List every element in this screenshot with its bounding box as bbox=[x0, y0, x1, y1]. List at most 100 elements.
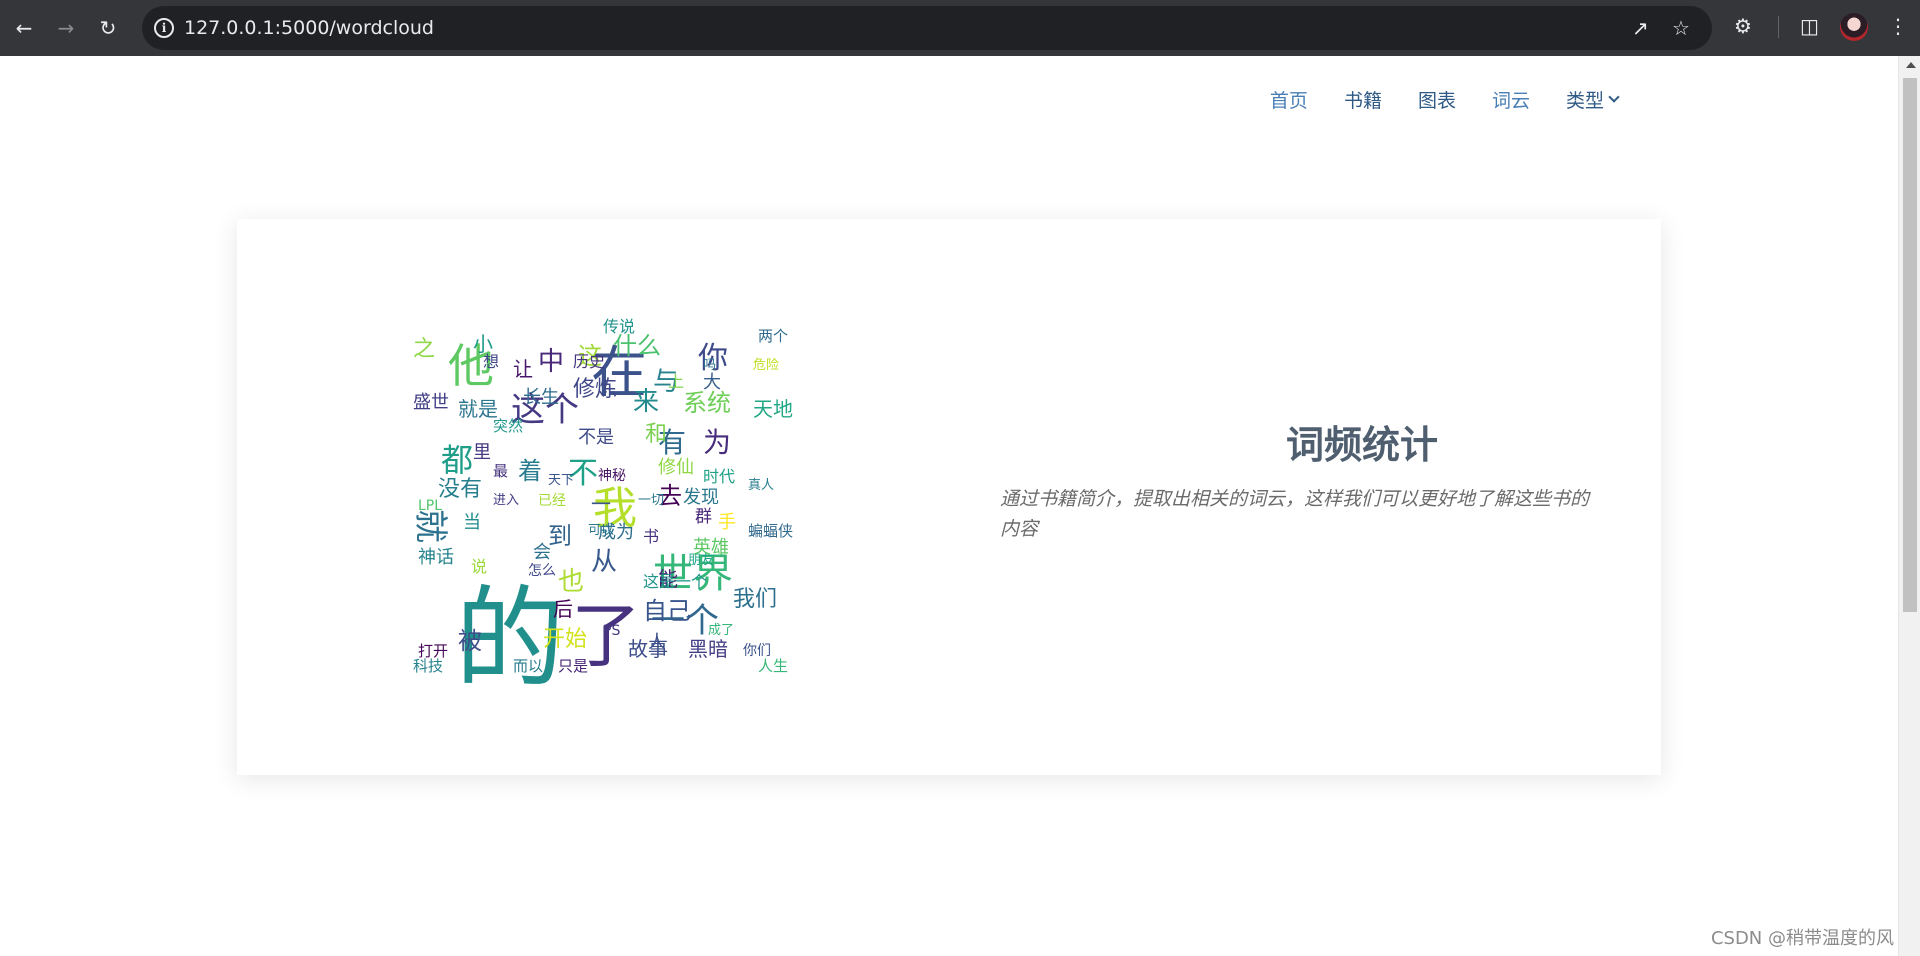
word-cloud-word: 到 bbox=[548, 522, 572, 550]
page-content: 首页 书籍 图表 词云 类型 的了在他我世界 一个 这个就都你与为有来什么中这系统修… bbox=[0, 56, 1898, 956]
word-cloud-word: 时代 bbox=[703, 467, 736, 486]
word-cloud-word: 来 bbox=[633, 387, 660, 417]
word-cloud-word: 说 bbox=[471, 557, 488, 576]
word-cloud-word: PS bbox=[603, 623, 621, 639]
word-cloud-word: 长生 bbox=[523, 387, 559, 408]
word-cloud-word: 和 bbox=[645, 422, 668, 447]
back-icon[interactable]: ← bbox=[10, 14, 38, 42]
word-cloud-word: 而以 bbox=[513, 657, 544, 675]
word-cloud-word: 之 bbox=[413, 337, 436, 362]
word-cloud-word: 群 bbox=[695, 507, 712, 527]
nav-home[interactable]: 首页 bbox=[1270, 86, 1308, 113]
nav-types-label: 类型 bbox=[1565, 90, 1604, 112]
word-cloud-word: 两个 bbox=[758, 327, 789, 345]
word-cloud-word: 吗 bbox=[703, 358, 717, 373]
word-cloud-word: 天地 bbox=[753, 397, 793, 421]
page-title: 词频统计 bbox=[1285, 423, 1438, 467]
word-cloud-word: 手 bbox=[718, 512, 736, 533]
nav-wordcloud[interactable]: 词云 bbox=[1492, 86, 1530, 113]
content-card: 的了在他我世界 一个 这个就都你与为有来什么中这系统 修炼和不着没有一去发现到从也能自… bbox=[237, 219, 1661, 775]
word-cloud-word: 中 bbox=[538, 347, 565, 377]
reload-icon[interactable]: ↻ bbox=[94, 14, 122, 42]
chevron-down-icon bbox=[1608, 91, 1620, 103]
page-scrollbar[interactable] bbox=[1898, 56, 1920, 956]
word-cloud-word: 我们 bbox=[733, 587, 778, 612]
word-cloud-word: 修仙 bbox=[658, 457, 694, 478]
word-cloud-word: 人生 bbox=[758, 657, 789, 675]
nav-types-dropdown[interactable]: 类型 bbox=[1565, 86, 1620, 113]
share-icon[interactable]: ↗ bbox=[1632, 16, 1649, 40]
word-cloud-word: 这是一个 bbox=[643, 572, 708, 591]
word-cloud-word: 一切 bbox=[638, 493, 665, 508]
word-cloud-word: 朋友 bbox=[688, 553, 715, 568]
toolbar-divider bbox=[1778, 16, 1779, 38]
word-cloud-word: 进入 bbox=[493, 493, 520, 508]
word-cloud-word: 传说 bbox=[603, 317, 636, 336]
top-navigation: 首页 书籍 图表 词云 类型 bbox=[1270, 86, 1620, 113]
word-cloud-word: 突然 bbox=[493, 417, 524, 435]
word-cloud-word: 也 bbox=[558, 567, 585, 597]
word-cloud-word: 发现 bbox=[683, 487, 719, 508]
scrollbar-thumb[interactable] bbox=[1903, 78, 1917, 612]
word-cloud-word: 黑暗 bbox=[688, 637, 728, 661]
word-cloud-word: 系统 bbox=[683, 389, 731, 417]
word-cloud-word: 为 bbox=[703, 426, 732, 459]
csdn-watermark: CSDN @稍带温度的风 bbox=[1710, 928, 1894, 949]
word-cloud-word: 天下 bbox=[548, 473, 575, 488]
word-cloud-word: 怎么 bbox=[528, 563, 556, 579]
word-cloud-word: 什么 bbox=[613, 332, 661, 360]
bookmark-star-icon[interactable]: ☆ bbox=[1672, 16, 1690, 40]
word-cloud-word: 让 bbox=[513, 357, 533, 381]
word-cloud-word: 上 bbox=[668, 372, 685, 391]
word-cloud-word: 自己 bbox=[643, 597, 691, 625]
word-cloud-image: 的了在他我世界 一个 这个就都你与为有来什么中这系统 修炼和不着没有一去发现到从也能自… bbox=[413, 299, 813, 699]
word-cloud-word: 开始 bbox=[543, 627, 588, 652]
word-cloud-word: 就 bbox=[413, 509, 450, 543]
address-bar[interactable]: i 127.0.0.1:5000/wordcloud ↗ ☆ bbox=[142, 6, 1712, 50]
word-cloud-word: 你们 bbox=[743, 643, 771, 659]
word-cloud-word: 真人 bbox=[748, 478, 775, 493]
word-cloud-word: 书 bbox=[643, 527, 660, 546]
word-cloud-word: 没有 bbox=[438, 477, 483, 502]
scroll-up-arrow-icon[interactable] bbox=[1906, 62, 1916, 68]
word-cloud-word: 当 bbox=[463, 512, 481, 533]
word-cloud-word: 成了 bbox=[708, 623, 735, 638]
word-cloud-word: 想 bbox=[483, 352, 500, 371]
word-cloud-word: 一 bbox=[591, 492, 611, 516]
word-cloud-word: 可以 bbox=[588, 523, 615, 538]
word-cloud-word: 修炼 bbox=[573, 377, 618, 402]
word-cloud-word: 被 bbox=[458, 627, 482, 655]
word-cloud-word: 从 bbox=[591, 547, 618, 577]
browser-toolbar: ← → ↻ i 127.0.0.1:5000/wordcloud ↗ ☆ ⚙ ◫… bbox=[0, 0, 1920, 56]
word-cloud-word: 会 bbox=[533, 542, 551, 563]
forward-icon[interactable]: → bbox=[52, 14, 80, 42]
word-cloud-word: 只是 bbox=[558, 657, 589, 675]
extensions-icon[interactable]: ⚙ bbox=[1734, 14, 1752, 38]
site-info-icon[interactable]: i bbox=[154, 18, 174, 38]
word-cloud-word: 不是 bbox=[578, 427, 614, 448]
word-cloud-word: 都 bbox=[441, 441, 474, 479]
word-cloud-word: 蝙蝠侠 bbox=[748, 522, 794, 540]
word-cloud-word: 着 bbox=[518, 457, 542, 485]
word-cloud-word: 盛世 bbox=[413, 392, 449, 413]
word-cloud-word: 小 bbox=[473, 332, 493, 356]
word-cloud-word: 里 bbox=[473, 442, 491, 463]
url-text[interactable]: 127.0.0.1:5000/wordcloud bbox=[184, 17, 434, 39]
word-cloud-word: 就是 bbox=[458, 397, 498, 421]
word-cloud-word: 神话 bbox=[418, 547, 454, 568]
nav-books[interactable]: 书籍 bbox=[1344, 86, 1382, 113]
menu-kebab-icon[interactable]: ⋮ bbox=[1888, 14, 1908, 38]
profile-avatar[interactable] bbox=[1840, 13, 1868, 41]
word-cloud-word: 神秘 bbox=[598, 468, 626, 484]
word-cloud-word: 最 bbox=[493, 462, 509, 480]
word-cloud-word: 大 bbox=[703, 372, 721, 393]
word-cloud-word: 历史 bbox=[573, 352, 606, 371]
nav-charts[interactable]: 图表 bbox=[1418, 86, 1456, 113]
word-cloud-word: 已经 bbox=[538, 493, 566, 509]
word-cloud-word: 人 bbox=[648, 632, 666, 653]
word-cloud-word: 后 bbox=[553, 597, 573, 621]
word-cloud-word: 危险 bbox=[753, 358, 780, 373]
side-panel-icon[interactable]: ◫ bbox=[1800, 14, 1819, 38]
page-description: 通过书籍简介，提取出相关的词云，这样我们可以更好地了解这些书的内容 bbox=[1000, 488, 1590, 540]
word-cloud-word: 科技 bbox=[413, 657, 444, 675]
